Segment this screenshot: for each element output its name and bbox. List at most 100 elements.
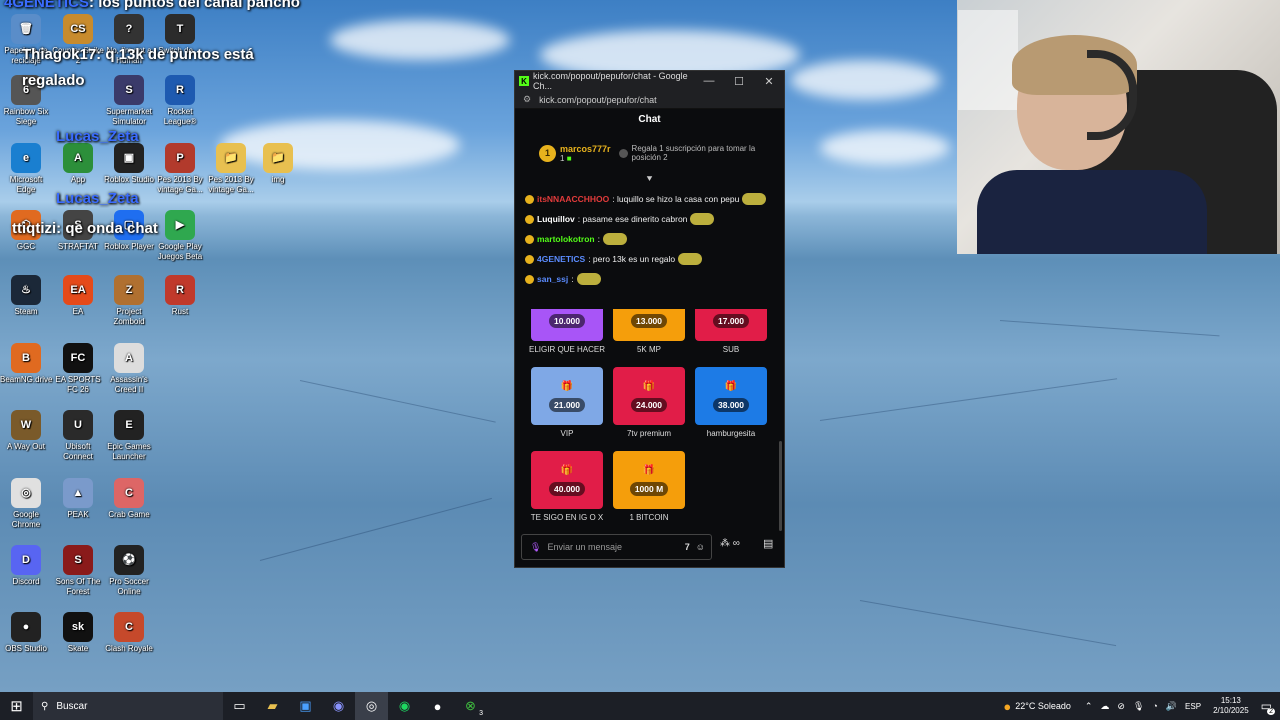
desktop-icon[interactable]: EA EA xyxy=(52,275,104,317)
desktop-icon[interactable]: Z Project Zomboid xyxy=(103,275,155,327)
reward-tile[interactable]: 🎁17.000 xyxy=(695,309,767,341)
desktop-icon-label: Discord xyxy=(12,577,40,586)
desktop-icon[interactable]: W A Way Out xyxy=(0,410,52,452)
scroll-down-icon[interactable]: ⯆ xyxy=(515,175,784,187)
desktop-icon[interactable]: 📁 img xyxy=(252,143,304,185)
start-button[interactable]: ⊞ xyxy=(0,692,33,720)
taskbar-search[interactable]: ⚲ Buscar xyxy=(33,692,223,720)
tray-chevron-icon[interactable]: ⌃ xyxy=(1085,701,1093,712)
chat-username[interactable]: san_ssj xyxy=(537,274,568,284)
desktop-icon[interactable]: S Sons Of The Forest xyxy=(52,545,104,597)
reward-tile[interactable]: 🎁 24.000 xyxy=(613,367,685,425)
discord-taskbar-icon[interactable]: ◉ xyxy=(322,692,355,720)
desktop-icon[interactable]: ▲ PEAK xyxy=(52,478,104,520)
chat-username[interactable]: itsNNAACCHHOO xyxy=(537,194,609,204)
chat-text: : xyxy=(571,274,574,284)
desktop-icon[interactable]: ▶ Google Play Juegos Beta xyxy=(154,210,206,262)
desktop-icon[interactable]: ▣ Roblox Studio xyxy=(103,143,155,185)
desktop-icon[interactable]: e Microsoft Edge xyxy=(0,143,52,195)
overlay-chat-line: 4GENETICS: los puntos del canal pancho xyxy=(4,0,300,11)
minimize-button[interactable]: — xyxy=(694,75,724,87)
mic-icon[interactable]: 🎙 xyxy=(530,542,541,553)
desktop-icon[interactable]: D Discord xyxy=(0,545,52,587)
file-explorer-icon[interactable]: ▰ xyxy=(256,692,289,720)
site-info-icon[interactable]: ⚙ xyxy=(523,94,531,105)
address-bar[interactable]: ⚙ kick.com/popout/pepufor/chat xyxy=(515,91,784,109)
desktop-icon[interactable]: E Epic Games Launcher xyxy=(103,410,155,462)
emote-7tv-icon[interactable]: 7 xyxy=(685,542,690,552)
desktop-icon[interactable]: ♨ Steam xyxy=(0,275,52,317)
desktop-icon[interactable]: C Crab Game xyxy=(103,478,155,520)
task-view-icon[interactable]: ▭ xyxy=(223,692,256,720)
clock-time: 15:13 xyxy=(1220,696,1241,705)
desktop-icon[interactable]: C Clash Royale xyxy=(103,612,155,654)
mic-tray-icon[interactable]: 🎙 xyxy=(1133,701,1144,712)
desktop-icon[interactable]: R Rocket League® xyxy=(154,75,206,127)
search-placeholder: Buscar xyxy=(56,700,88,712)
overlay-chat-line: regalado xyxy=(22,72,85,89)
network-off-icon[interactable]: ⊘ xyxy=(1117,701,1125,712)
overlay-chat-nick: Lucas_Zeta xyxy=(56,128,139,145)
desktop-icon[interactable]: ● OBS Studio xyxy=(0,612,52,654)
chat-input[interactable]: 🎙 Enviar un mensaje 7 ☺ xyxy=(521,534,712,560)
maximize-button[interactable]: ☐ xyxy=(724,75,754,88)
chat-username[interactable]: martolokotron xyxy=(537,234,595,244)
desktop-app-icon: ● xyxy=(11,612,41,642)
gift-leaderboard[interactable]: 1 marcos777r 1 ■ Regala 1 suscripción pa… xyxy=(515,131,784,175)
desktop-icon[interactable]: A App xyxy=(52,143,104,185)
desktop-icon[interactable]: A Assassin's Creed II xyxy=(103,343,155,395)
desktop-icon[interactable]: P Pes 2013 By vintage Ga... xyxy=(154,143,206,195)
reward-label: hamburgesita xyxy=(706,429,756,438)
desktop-icon[interactable]: sk Skate xyxy=(52,612,104,654)
window-titlebar[interactable]: K kick.com/popout/pepufor/chat - Google … xyxy=(515,71,784,91)
rewards-scrollbar[interactable] xyxy=(779,441,782,531)
desktop-icon-label: Pes 2013 By vintage Ga... xyxy=(208,175,254,194)
notifications-icon[interactable]: ▭ 2 xyxy=(1261,699,1275,715)
reward-tile[interactable]: 🎁 40.000 xyxy=(531,451,603,509)
chat-username[interactable]: 4GENETICS xyxy=(537,254,585,264)
clock[interactable]: 15:13 2/10/2025 xyxy=(1213,696,1249,716)
language-indicator[interactable]: ESP xyxy=(1185,702,1201,711)
desktop-icon[interactable]: B BeamNG.drive xyxy=(0,343,52,385)
chrome-taskbar-icon[interactable]: ◎ xyxy=(355,692,388,720)
rewards-store-icon[interactable]: ▤ xyxy=(763,537,773,550)
weather-text[interactable]: 22°C Soleado xyxy=(1015,701,1071,711)
close-button[interactable]: ✕ xyxy=(754,75,784,88)
desktop-app-icon: sk xyxy=(63,612,93,642)
desktop-icon[interactable]: S Supermarket Simulator xyxy=(103,75,155,127)
desktop-icon[interactable]: FC EA SPORTS FC 26 xyxy=(52,343,104,395)
chat-username[interactable]: Luquillov xyxy=(537,214,575,224)
wifi-icon[interactable]: ◔ xyxy=(1152,701,1157,711)
obs-taskbar-icon[interactable]: ● xyxy=(421,692,454,720)
points-button[interactable]: ⁂ ∞ xyxy=(720,538,740,549)
weather-icon[interactable]: ● xyxy=(1003,699,1011,714)
gift-icon: 🎁 xyxy=(642,464,656,476)
desktop-icon[interactable]: R Rust xyxy=(154,275,206,317)
desktop-icon[interactable]: ◎ Google Chrome xyxy=(0,478,52,530)
desktop-app-icon: EA xyxy=(63,275,93,305)
onedrive-icon[interactable]: ☁ xyxy=(1100,701,1109,712)
reward-label: VIP xyxy=(560,429,574,438)
reward-tile[interactable]: 🎁 38.000 xyxy=(695,367,767,425)
spotify-icon[interactable]: ◉ xyxy=(388,692,421,720)
reward-tile[interactable]: 🎁 1000 M xyxy=(613,451,685,509)
desktop-icon[interactable]: U Ubisoft Connect xyxy=(52,410,104,462)
desktop-icon[interactable]: ⚽ Pro Soccer Online xyxy=(103,545,155,597)
emoji-icon[interactable]: ☺ xyxy=(696,542,705,552)
xbox-icon[interactable]: ⊗ 3 xyxy=(454,692,487,720)
gift-icon: ■ xyxy=(566,153,572,163)
chat-popout-window: K kick.com/popout/pepufor/chat - Google … xyxy=(514,70,785,568)
reward-tile[interactable]: 🎁 21.000 xyxy=(531,367,603,425)
desktop-app-icon: C xyxy=(114,478,144,508)
chat-message: martolokotron: xyxy=(525,229,774,249)
desktop-icon-label: A Way Out xyxy=(7,442,45,451)
reward-tile[interactable]: 🎁13.000 xyxy=(613,309,685,341)
desktop-icon[interactable]: 📁 Pes 2013 By vintage Ga... xyxy=(205,143,257,195)
reward-tile[interactable]: 🎁10.000 xyxy=(531,309,603,341)
volume-icon[interactable]: 🔊 xyxy=(1166,701,1177,712)
chat-messages: itsNNAACCHHOO: luquillo se hizo la casa … xyxy=(515,187,784,291)
desktop-icon-label: Pro Soccer Online xyxy=(109,577,149,596)
store-icon[interactable]: ▣ xyxy=(289,692,322,720)
desktop-icon-label: Google Play Juegos Beta xyxy=(157,242,203,261)
desktop-app-icon: R xyxy=(165,75,195,105)
